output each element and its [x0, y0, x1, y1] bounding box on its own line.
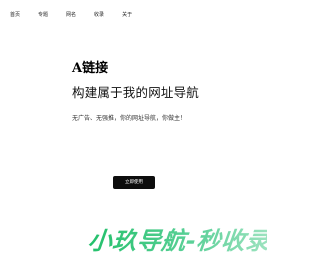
hero-section: A链接 构建属于我的网址导航 无广告、无强推，你的网址导航，你做主！	[72, 60, 252, 127]
nav-item-topics[interactable]: 专题	[38, 10, 48, 20]
hero-headline: 构建属于我的网址导航	[72, 85, 200, 100]
promo-banner-text: 小玖导航-秒收录	[88, 226, 267, 256]
nav-item-home[interactable]: 首页	[10, 10, 20, 20]
nav-item-about[interactable]: 关于	[122, 10, 132, 20]
nav-item-collected[interactable]: 收录	[94, 10, 104, 20]
promo-banner[interactable]: 小玖导航-秒收录	[88, 226, 267, 256]
hero-description: 无广告、无强推，你的网址导航，你做主！	[72, 115, 187, 122]
nav-item-names[interactable]: 网名	[66, 10, 76, 20]
top-nav: 首页 专题 网名 收录 关于	[10, 10, 132, 20]
start-using-button[interactable]: 立即使用	[113, 176, 155, 189]
brand-title: A链接	[72, 61, 109, 76]
